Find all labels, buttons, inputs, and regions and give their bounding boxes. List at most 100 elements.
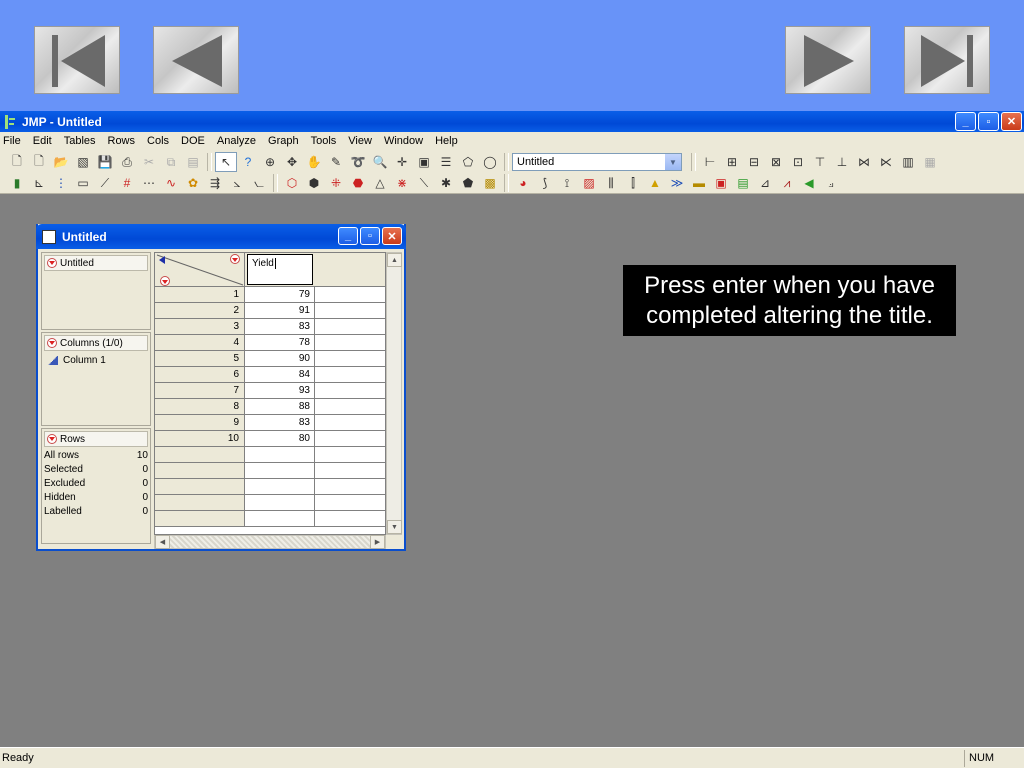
- table-row[interactable]: 4 78: [155, 335, 385, 351]
- table-row[interactable]: 8 88: [155, 399, 385, 415]
- menu-help[interactable]: Help: [435, 135, 458, 147]
- row-number[interactable]: 7: [155, 383, 245, 398]
- choice-icon[interactable]: ⇶: [204, 173, 226, 193]
- new-script-icon[interactable]: 🗋: [28, 152, 50, 172]
- menu-analyze[interactable]: Analyze: [217, 135, 256, 147]
- time-series-icon[interactable]: ∿: [160, 173, 182, 193]
- surface-plot-icon[interactable]: ⬢: [303, 173, 325, 193]
- row-number[interactable]: 3: [155, 319, 245, 334]
- cell-value[interactable]: 90: [246, 351, 315, 366]
- mosaic-icon[interactable]: ▤: [732, 173, 754, 193]
- first-slide-button[interactable]: [34, 26, 120, 94]
- cell-value[interactable]: 79: [246, 287, 315, 302]
- tables-stack-icon[interactable]: ⊠: [765, 152, 787, 172]
- row-number[interactable]: [155, 511, 245, 526]
- cell-value[interactable]: 83: [246, 415, 315, 430]
- row-number[interactable]: 5: [155, 351, 245, 366]
- menu-doe[interactable]: DOE: [181, 135, 205, 147]
- tables-sort-icon[interactable]: ⊟: [743, 152, 765, 172]
- cell-value[interactable]: 83: [246, 319, 315, 334]
- pareto-icon[interactable]: ▨: [578, 173, 600, 193]
- grabber-tool-icon[interactable]: ✋: [303, 152, 325, 172]
- cell-value[interactable]: [246, 479, 315, 494]
- pie-chart-icon[interactable]: ◕: [512, 173, 534, 193]
- discriminant-icon[interactable]: ⋇: [391, 173, 413, 193]
- matched-pairs-icon[interactable]: ⋮: [50, 173, 72, 193]
- parallel-plot-icon[interactable]: ⟓: [820, 173, 842, 193]
- arrow-tool-icon[interactable]: ↖: [215, 152, 237, 172]
- scatterplot-matrix-icon[interactable]: ⊿: [754, 173, 776, 193]
- tables-transpose-icon[interactable]: ⊤: [809, 152, 831, 172]
- row-number[interactable]: [155, 495, 245, 510]
- partition-icon[interactable]: #: [116, 173, 138, 193]
- table-row[interactable]: 7 93: [155, 383, 385, 399]
- row-number[interactable]: [155, 447, 245, 462]
- cell-value[interactable]: 88: [246, 399, 315, 414]
- line-tool-icon[interactable]: ☰: [435, 152, 457, 172]
- cell-value[interactable]: 91: [246, 303, 315, 318]
- tables-concatenate-icon[interactable]: ⊥: [831, 152, 853, 172]
- row-number[interactable]: [155, 463, 245, 478]
- menu-cols[interactable]: Cols: [147, 135, 169, 147]
- table-row[interactable]: 5 90: [155, 351, 385, 367]
- polygon-tool-icon[interactable]: ⬠: [457, 152, 479, 172]
- cell-plot-icon[interactable]: ▬: [688, 173, 710, 193]
- table-row[interactable]: 10 80: [155, 431, 385, 447]
- table-panel-header[interactable]: Untitled: [44, 255, 148, 271]
- red-triangle-icon[interactable]: [47, 338, 57, 348]
- cluster-icon[interactable]: ⬣: [347, 173, 369, 193]
- fit-model-icon[interactable]: ▭: [72, 173, 94, 193]
- row-number[interactable]: 1: [155, 287, 245, 302]
- overlay-plot-icon[interactable]: ⟆: [534, 173, 556, 193]
- save-icon[interactable]: 💾: [94, 152, 116, 172]
- minimize-button[interactable]: _: [955, 112, 976, 131]
- tables-join-icon[interactable]: ⋈: [853, 152, 875, 172]
- table-row[interactable]: 1 79: [155, 287, 385, 303]
- new-data-table-icon[interactable]: 🗋: [6, 152, 28, 172]
- scatterplot-3d-icon[interactable]: ⬡: [281, 173, 303, 193]
- tables-missing-icon[interactable]: ▦: [919, 152, 941, 172]
- scroll-right-icon[interactable]: ▶: [370, 535, 385, 549]
- next-slide-button[interactable]: [785, 26, 871, 94]
- annotate-tool-icon[interactable]: ▣: [413, 152, 435, 172]
- tables-summary-icon[interactable]: ⊢: [699, 152, 721, 172]
- menu-file[interactable]: File: [3, 135, 21, 147]
- categorical-icon[interactable]: ✿: [182, 173, 204, 193]
- table-row[interactable]: [155, 495, 385, 511]
- import-icon[interactable]: ▧: [72, 152, 94, 172]
- corner-cell[interactable]: [155, 253, 245, 287]
- bubble-plot-icon[interactable]: ◀: [798, 173, 820, 193]
- neural-net-icon[interactable]: ⋯: [138, 173, 160, 193]
- distribution-icon[interactable]: ▮: [6, 173, 28, 193]
- vertical-scrollbar[interactable]: ▲ ▼: [386, 252, 402, 535]
- cell-value[interactable]: 78: [246, 335, 315, 350]
- menu-window[interactable]: Window: [384, 135, 423, 147]
- row-number[interactable]: 10: [155, 431, 245, 446]
- pca-icon[interactable]: △: [369, 173, 391, 193]
- menu-rows[interactable]: Rows: [108, 135, 136, 147]
- row-number[interactable]: 9: [155, 415, 245, 430]
- horizontal-scrollbar[interactable]: ◀ ▶: [154, 535, 386, 549]
- table-row[interactable]: 9 83: [155, 415, 385, 431]
- previous-slide-button[interactable]: [153, 26, 239, 94]
- menu-edit[interactable]: Edit: [33, 135, 52, 147]
- menu-view[interactable]: View: [348, 135, 372, 147]
- table-row[interactable]: [155, 463, 385, 479]
- print-icon[interactable]: ⎙: [116, 152, 138, 172]
- row-number[interactable]: 2: [155, 303, 245, 318]
- scroll-left-icon[interactable]: ◀: [155, 535, 170, 549]
- tables-tabulate-icon[interactable]: ▥: [897, 152, 919, 172]
- table-row[interactable]: [155, 447, 385, 463]
- rows-panel-header[interactable]: Rows: [44, 431, 148, 447]
- child-close-button[interactable]: ✕: [382, 227, 402, 245]
- cell-value[interactable]: [246, 447, 315, 462]
- spinning-plot-icon[interactable]: ⩘: [776, 173, 798, 193]
- row-number[interactable]: 8: [155, 399, 245, 414]
- row-number[interactable]: 6: [155, 367, 245, 382]
- cell-value[interactable]: [246, 511, 315, 526]
- paste-icon[interactable]: ▤: [182, 152, 204, 172]
- variability-chart-icon[interactable]: ⟟: [556, 173, 578, 193]
- cell-value[interactable]: [246, 463, 315, 478]
- multivariate-icon[interactable]: ⁜: [325, 173, 347, 193]
- scroll-up-icon[interactable]: ▲: [387, 253, 402, 267]
